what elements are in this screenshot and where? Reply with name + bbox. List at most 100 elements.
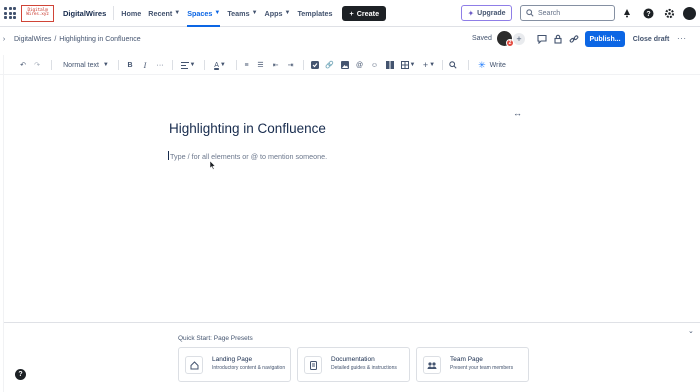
layouts-icon[interactable] <box>384 55 395 75</box>
saved-status: Saved <box>472 35 492 42</box>
site-name[interactable]: DigitalWires <box>63 9 106 18</box>
toolbar-divider <box>468 60 469 70</box>
create-label: Create <box>356 8 380 18</box>
nav-recent[interactable]: Recent ▼ <box>148 0 180 27</box>
toolbar-divider <box>442 60 443 70</box>
preset-card-documentation[interactable]: Documentation Detailed guides & instruct… <box>297 347 410 382</box>
numbered-list-icon[interactable]: ☰ <box>255 55 266 75</box>
indent-icon[interactable]: ⇥ <box>285 55 296 75</box>
upgrade-button[interactable]: ✦ Upgrade <box>461 5 512 21</box>
plus-icon: + <box>349 8 354 18</box>
nav-spaces[interactable]: Spaces ▼ <box>187 0 221 27</box>
chevron-down-icon: ▼ <box>219 62 226 68</box>
nav-templates-label: Templates <box>297 8 333 18</box>
insert-dropdown[interactable]: + ▼ <box>421 55 437 75</box>
preset-name: Documentation <box>331 356 375 363</box>
preset-description: Detailed guides & instructions <box>331 365 397 371</box>
preset-name: Landing Page <box>212 356 253 363</box>
create-button[interactable]: + Create <box>342 5 387 21</box>
more-formatting-icon[interactable]: ··· <box>154 55 166 75</box>
close-draft-button[interactable]: Close draft <box>630 31 672 47</box>
invite-button[interactable]: + <box>513 33 525 45</box>
toolbar-divider <box>236 60 237 70</box>
breadcrumb-page[interactable]: Highlighting in Confluence <box>59 36 140 43</box>
team-icon <box>423 356 441 374</box>
chevron-down-icon: ▼ <box>102 62 109 68</box>
chevron-down-icon: ▼ <box>174 10 181 16</box>
text-style-label: Normal text <box>63 61 99 69</box>
help-icon[interactable]: ? <box>641 6 655 20</box>
nav-recent-label: Recent <box>148 8 173 18</box>
preset-card-landing-page[interactable]: Landing Page Introductory content & navi… <box>178 347 291 382</box>
chevron-down-icon[interactable]: ⌄ <box>688 327 694 335</box>
more-actions-icon[interactable]: ··· <box>677 34 687 43</box>
task-checkbox-icon[interactable] <box>309 55 320 75</box>
preset-description: Present your team members <box>450 365 514 371</box>
top-utility-icons: ? <box>620 6 696 20</box>
editor-body-placeholder[interactable]: Type / for all elements or @ to mention … <box>168 151 327 161</box>
alignment-dropdown[interactable]: ▼ <box>178 55 198 75</box>
chevron-down-icon: ▼ <box>251 10 258 16</box>
mouse-cursor-icon <box>210 161 216 170</box>
help-button[interactable]: ? <box>15 369 26 380</box>
italic-icon[interactable]: I <box>139 55 151 75</box>
preset-description: Introductory content & navigation <box>212 365 286 371</box>
settings-icon[interactable] <box>662 6 676 20</box>
undo-icon[interactable]: ↶ <box>17 55 29 75</box>
comment-icon[interactable] <box>536 33 547 44</box>
text-color-icon: A <box>214 61 219 69</box>
chevron-down-icon: ▼ <box>214 10 221 16</box>
nav-teams[interactable]: Teams ▼ <box>227 0 257 27</box>
emoji-icon[interactable]: ☺ <box>369 55 380 75</box>
nav-templates[interactable]: Templates <box>297 0 332 27</box>
toolbar-divider <box>118 60 119 70</box>
find-replace-icon[interactable] <box>447 55 459 75</box>
notifications-icon[interactable] <box>620 6 634 20</box>
preset-name: Team Page <box>450 356 483 363</box>
write-label: Write <box>489 61 506 69</box>
nav-divider <box>113 6 115 20</box>
bold-icon[interactable]: B <box>124 55 136 75</box>
chevron-down-icon: ▼ <box>189 62 196 68</box>
outdent-icon[interactable]: ⇤ <box>270 55 281 75</box>
editor-toolbar: ↶ ↷ Normal text ▼ B I ··· ▼ A ▼ ≡ ☰ ⇤ ⇥ … <box>0 55 700 75</box>
text-color-dropdown[interactable]: A ▼ <box>210 55 230 75</box>
page-title[interactable]: Highlighting in Confluence <box>169 121 326 136</box>
toolbar-divider <box>204 60 205 70</box>
link-icon[interactable] <box>568 33 579 44</box>
breadcrumb-separator: / <box>54 35 57 43</box>
redo-icon[interactable]: ↷ <box>31 55 43 75</box>
publish-button[interactable]: Publish... <box>585 31 625 47</box>
search-input[interactable]: Search <box>520 5 615 21</box>
expand-width-icon[interactable]: ↔ <box>513 108 522 118</box>
document-icon <box>304 356 322 374</box>
mention-icon[interactable]: @ <box>354 55 365 75</box>
bullet-list-icon[interactable]: ≡ <box>241 55 252 75</box>
nav-home[interactable]: Home <box>121 0 141 27</box>
ai-write-button[interactable]: ✳ Write <box>474 55 510 75</box>
toolbar-divider <box>172 60 173 70</box>
text-style-dropdown[interactable]: Normal text ▼ <box>60 55 112 75</box>
link-icon[interactable]: 🔗 <box>324 55 335 75</box>
profile-avatar[interactable] <box>683 6 696 20</box>
restrictions-lock-icon[interactable] <box>552 33 563 44</box>
table-dropdown[interactable]: ▼ <box>398 55 418 75</box>
svg-text:?: ? <box>646 11 650 18</box>
search-icon <box>526 9 534 17</box>
nav-apps-label: Apps <box>264 8 283 18</box>
app-switcher-icon[interactable] <box>3 6 17 20</box>
chevron-down-icon: ▼ <box>409 62 416 68</box>
upgrade-label: Upgrade <box>477 9 506 17</box>
preset-card-team-page[interactable]: Team Page Present your team members <box>416 347 529 382</box>
nav-apps[interactable]: Apps ▼ <box>265 0 291 27</box>
image-icon[interactable] <box>339 55 350 75</box>
breadcrumb-space[interactable]: DigitalWires <box>14 36 51 43</box>
home-icon <box>185 356 203 374</box>
nav-teams-label: Teams <box>227 8 250 18</box>
page-utility-icons <box>536 33 579 44</box>
site-logo[interactable]: Digital@ Wires.xyz <box>21 4 54 22</box>
sidebar-expand-icon[interactable]: › <box>0 29 8 49</box>
toolbar-divider <box>51 60 52 70</box>
align-left-icon <box>180 61 189 69</box>
table-icon <box>400 61 409 69</box>
